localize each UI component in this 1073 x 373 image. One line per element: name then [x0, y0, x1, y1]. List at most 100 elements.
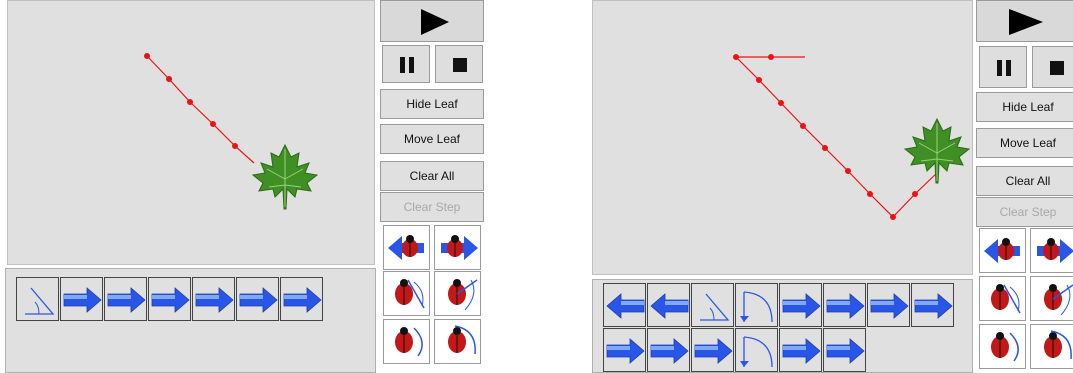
turn-angle-icon [700, 293, 730, 321]
drawing-canvas[interactable] [592, 0, 973, 275]
forward-icon [283, 287, 322, 313]
forward-icon [782, 338, 821, 364]
hide-leaf-button[interactable]: Hide Leaf [976, 92, 1073, 122]
program-step-turn-angle[interactable] [691, 283, 734, 327]
program-step-forward[interactable] [280, 277, 323, 321]
hide-leaf-button[interactable]: Hide Leaf [380, 89, 484, 119]
turn-arc-icon [740, 336, 773, 368]
bug-backward-icon [388, 235, 424, 260]
pause-button[interactable] [979, 46, 1027, 88]
bug-turn-right-button[interactable] [979, 276, 1026, 321]
program-step-forward[interactable] [691, 328, 734, 372]
program-step-forward[interactable] [236, 277, 279, 321]
turn-angle-icon [25, 287, 55, 315]
bug-forward-icon [1037, 238, 1073, 263]
program-step-forward[interactable] [647, 328, 690, 372]
bug-turn-left-button[interactable] [1030, 276, 1073, 321]
bug-turn-left-icon [1044, 284, 1073, 316]
program-step-backward[interactable] [647, 283, 690, 327]
program-step-forward[interactable] [867, 283, 910, 327]
stop-icon [1050, 61, 1064, 75]
program-step-forward[interactable] [104, 277, 147, 321]
control-sidebar: Hide Leaf Move Leaf Clear All Clear Step [976, 0, 1073, 373]
clear-step-button[interactable]: Clear Step [976, 197, 1073, 227]
forward-icon [826, 293, 865, 319]
program-step-forward[interactable] [603, 328, 646, 372]
forward-icon [694, 338, 733, 364]
play-button[interactable] [976, 0, 1073, 42]
stop-button[interactable] [435, 45, 483, 83]
move-leaf-button[interactable]: Move Leaf [380, 124, 484, 154]
program-step-forward[interactable] [779, 328, 822, 372]
bug-turn-right-icon [991, 284, 1021, 314]
forward-icon [63, 287, 102, 313]
clear-all-button[interactable]: Clear All [976, 166, 1073, 196]
program-step-turn-arc[interactable] [735, 328, 778, 372]
pause-button[interactable] [382, 45, 430, 83]
bug-path [735, 56, 940, 218]
bug-forward-button[interactable] [434, 225, 481, 270]
control-sidebar: Hide Leaf Move Leaf Clear All Clear Step [380, 0, 485, 373]
bug-turn-right-icon [395, 279, 425, 309]
program-step-forward[interactable] [823, 283, 866, 327]
forward-icon [650, 338, 689, 364]
forward-icon [914, 293, 953, 319]
forward-icon [195, 287, 234, 313]
bug-backward-button[interactable] [979, 228, 1026, 273]
bug-arc-right-button[interactable] [383, 319, 430, 364]
path-points [733, 54, 918, 220]
bug-arc-left-button[interactable] [1030, 324, 1073, 369]
pause-icon [400, 57, 414, 73]
bug-turn-left-button[interactable] [434, 271, 481, 316]
play-icon [1009, 9, 1043, 35]
program-step-forward[interactable] [192, 277, 235, 321]
bug-arc-left-icon [448, 325, 476, 355]
maple-leaf-icon [903, 117, 971, 184]
forward-icon [870, 293, 909, 319]
ladybug-panel-left: Hide Leaf Move Leaf Clear All Clear Step [0, 0, 488, 373]
bug-path [146, 55, 255, 164]
drawing-canvas[interactable] [7, 0, 375, 265]
program-step-backward[interactable] [603, 283, 646, 327]
program-step-turn-angle[interactable] [16, 277, 59, 321]
program-strip [592, 279, 973, 373]
bug-arc-right-button[interactable] [979, 324, 1026, 369]
clear-step-button[interactable]: Clear Step [380, 192, 484, 222]
bug-path-drawing [144, 53, 319, 210]
bug-forward-button[interactable] [1030, 228, 1073, 273]
stop-button[interactable] [1032, 46, 1073, 88]
ladybug-panel-right: Hide Leaf Move Leaf Clear All Clear Step [589, 0, 1073, 373]
program-strip [5, 268, 376, 373]
program-step-forward[interactable] [60, 277, 103, 321]
program-step-forward[interactable] [911, 283, 954, 327]
forward-icon [239, 287, 278, 313]
program-step-forward[interactable] [823, 328, 866, 372]
forward-icon [782, 293, 821, 319]
bug-backward-icon [984, 238, 1020, 263]
pause-icon [997, 60, 1011, 76]
stop-icon [453, 58, 467, 72]
bug-arc-left-icon [1044, 330, 1072, 360]
backward-icon [650, 293, 689, 319]
program-step-forward[interactable] [779, 283, 822, 327]
turn-arc-icon [740, 291, 773, 323]
forward-icon [826, 338, 865, 364]
bug-arc-right-icon [991, 332, 1019, 362]
play-button[interactable] [380, 0, 484, 42]
program-step-turn-arc[interactable] [735, 283, 778, 327]
program-step-forward[interactable] [148, 277, 191, 321]
bug-arc-left-button[interactable] [434, 319, 481, 364]
play-icon [421, 9, 449, 35]
bug-turn-left-icon [448, 279, 478, 311]
bug-arc-right-icon [395, 327, 423, 357]
forward-icon [606, 338, 645, 364]
bug-forward-icon [441, 235, 478, 260]
forward-icon [107, 287, 146, 313]
bug-path-drawing [733, 54, 971, 220]
backward-icon [606, 293, 645, 319]
bug-backward-button[interactable] [383, 225, 430, 270]
bug-turn-right-button[interactable] [383, 271, 430, 316]
maple-leaf-icon [251, 143, 319, 210]
clear-all-button[interactable]: Clear All [380, 161, 484, 191]
move-leaf-button[interactable]: Move Leaf [976, 128, 1073, 158]
